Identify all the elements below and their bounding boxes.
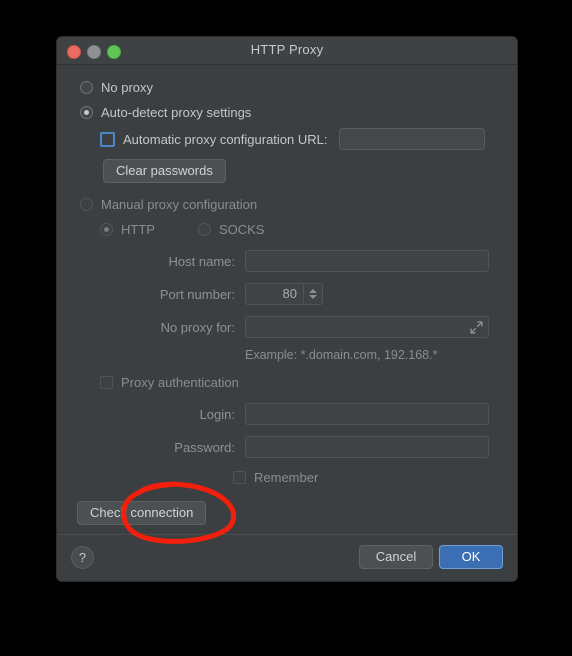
password-label: Password:: [174, 439, 235, 455]
spinner-up-icon[interactable]: [309, 289, 317, 293]
no-proxy-label: No proxy: [101, 80, 154, 95]
cancel-button[interactable]: Cancel: [359, 545, 433, 569]
proxy-authentication-label: Proxy authentication: [121, 375, 239, 390]
expand-arrow-icon[interactable]: [470, 321, 483, 334]
row-clear-passwords: Clear passwords: [103, 157, 503, 185]
port-number-spinner-arrows[interactable]: [303, 284, 322, 304]
host-name-label: Host name:: [168, 253, 235, 269]
check-connection-button[interactable]: Check connection: [77, 501, 207, 525]
proxy-authentication-checkbox[interactable]: [100, 376, 113, 389]
host-name-input[interactable]: [245, 250, 489, 272]
auto-config-url-label: Automatic proxy configuration URL:: [123, 131, 328, 147]
http-radio-icon[interactable]: [100, 223, 113, 236]
manual-proxy-label: Manual proxy configuration: [101, 197, 258, 212]
dialog-title: HTTP Proxy: [250, 42, 324, 57]
row-port-number: Port number: 80: [71, 280, 503, 308]
row-auto-config-url: Automatic proxy configuration URL:: [100, 125, 503, 153]
no-proxy-for-input[interactable]: [245, 316, 489, 338]
socks-label: SOCKS: [218, 222, 265, 237]
example-hint-text: Example: *.domain.com, 192.168.*: [245, 347, 438, 362]
dialog-content: No proxy Auto-detect proxy settings Auto…: [57, 65, 517, 534]
login-input[interactable]: [245, 403, 489, 425]
port-number-stepper[interactable]: 80: [245, 283, 323, 305]
row-password: Password:: [71, 433, 503, 461]
radio-auto-detect[interactable]: Auto-detect proxy settings: [80, 100, 503, 125]
radio-socks[interactable]: SOCKS: [197, 222, 265, 237]
dialog-footer: ? Cancel OK: [57, 534, 517, 581]
auto-config-url-checkbox[interactable]: [100, 131, 115, 147]
login-label: Login:: [199, 406, 235, 422]
row-host-name: Host name:: [71, 247, 503, 275]
clear-passwords-button[interactable]: Clear passwords: [103, 159, 226, 183]
manual-proxy-radio-icon[interactable]: [80, 198, 93, 211]
http-proxy-dialog: HTTP Proxy No proxy Auto-detect proxy se…: [56, 36, 518, 582]
auto-detect-label: Auto-detect proxy settings: [101, 105, 252, 120]
no-proxy-radio-icon[interactable]: [80, 81, 93, 94]
row-proxy-authentication[interactable]: Proxy authentication: [100, 370, 503, 395]
help-button[interactable]: ?: [71, 546, 94, 569]
row-example-hint: Example: *.domain.com, 192.168.*: [71, 342, 503, 367]
auto-detect-radio-icon[interactable]: [80, 106, 93, 119]
radio-http[interactable]: HTTP: [100, 222, 155, 237]
radio-no-proxy[interactable]: No proxy: [80, 75, 503, 100]
password-input[interactable]: [245, 436, 489, 458]
port-number-label: Port number:: [159, 286, 235, 302]
row-check-connection: Check connection: [77, 499, 503, 527]
remember-checkbox[interactable]: [233, 471, 246, 484]
row-protocol: HTTP SOCKS: [100, 217, 503, 242]
remember-label: Remember: [254, 470, 319, 485]
http-label: HTTP: [121, 222, 155, 237]
dialog-titlebar: HTTP Proxy: [57, 37, 517, 65]
no-proxy-for-label: No proxy for:: [160, 319, 235, 335]
row-login: Login:: [71, 400, 503, 428]
row-no-proxy-for: No proxy for:: [71, 313, 503, 341]
auto-config-url-input[interactable]: [339, 128, 486, 150]
radio-manual-proxy[interactable]: Manual proxy configuration: [80, 192, 503, 217]
ok-button[interactable]: OK: [439, 545, 503, 569]
port-number-value: 80: [282, 286, 297, 301]
socks-radio-icon[interactable]: [197, 223, 211, 236]
spinner-down-icon[interactable]: [309, 295, 317, 299]
row-remember[interactable]: Remember: [233, 465, 503, 490]
